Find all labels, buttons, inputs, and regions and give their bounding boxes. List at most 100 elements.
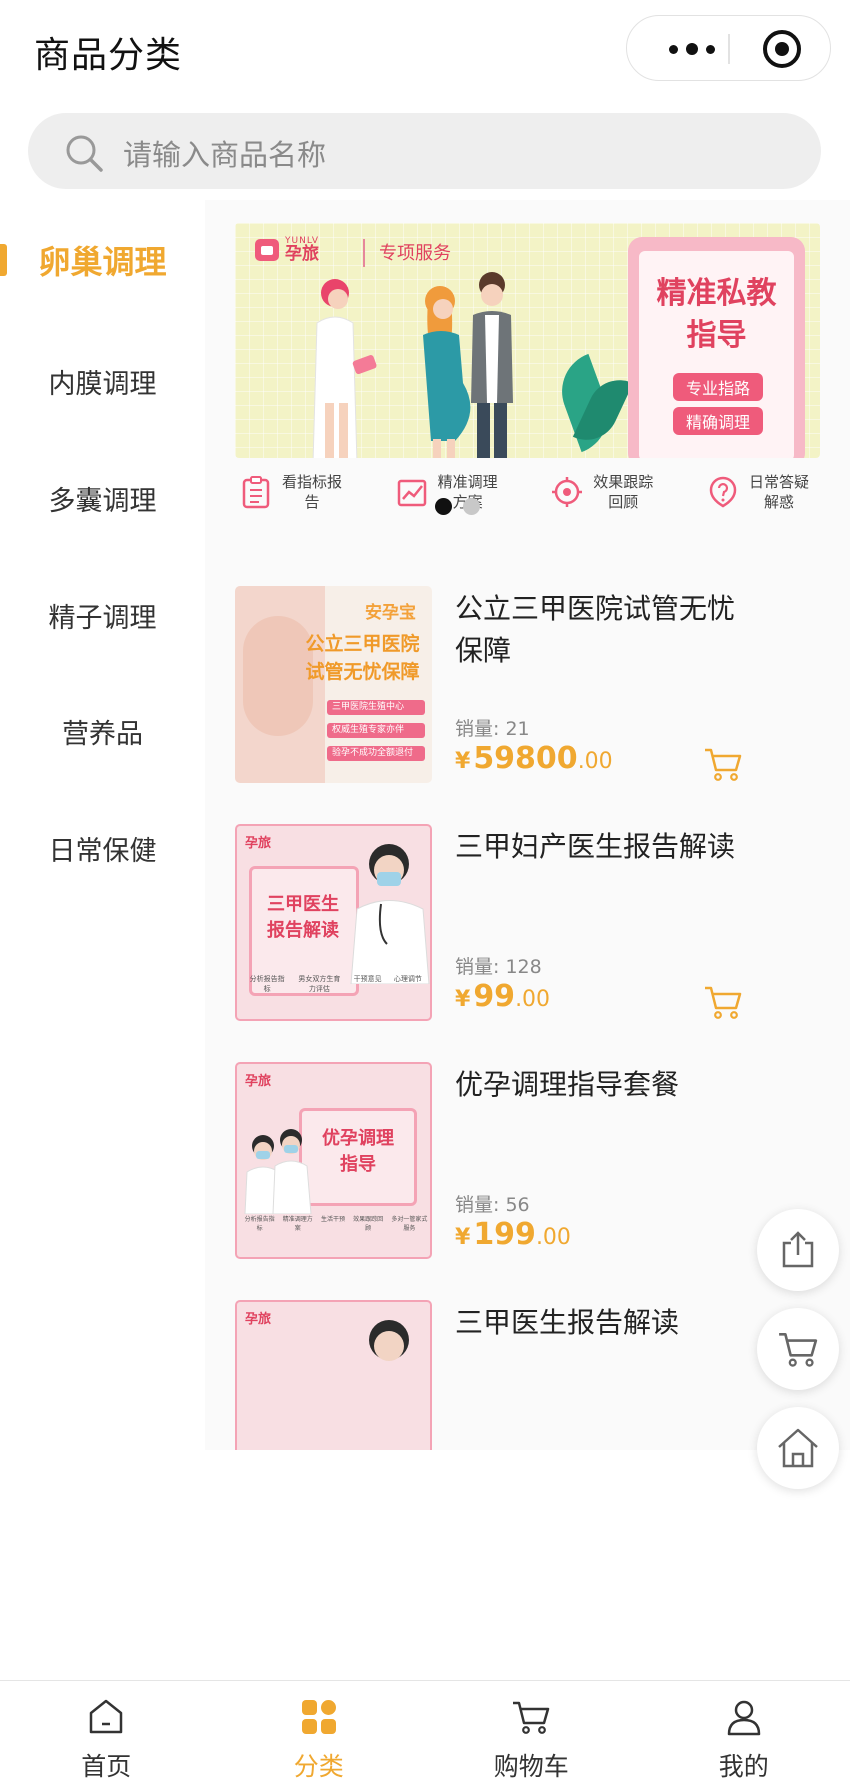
product-card[interactable]: 安孕宝 公立三甲医院 试管无忧保障 三甲医院生殖中心 权威生殖专家亦伴 验孕不成… bbox=[235, 586, 820, 786]
search-icon bbox=[66, 135, 103, 172]
brand-mark-icon bbox=[255, 239, 279, 261]
price-decimal: .00 bbox=[535, 1225, 571, 1250]
page-title: 商品分类 bbox=[34, 35, 183, 76]
product-name[interactable]: 三甲妇产医生报告解读 bbox=[455, 826, 755, 868]
thumb-brand: 孕旅 bbox=[245, 836, 272, 851]
search-input[interactable]: 请输入商品名称 bbox=[123, 132, 326, 174]
product-name[interactable]: 公立三甲医院试管无忧保障 bbox=[455, 588, 755, 672]
cart-shortcut-button[interactable] bbox=[757, 1308, 839, 1390]
carousel-dot[interactable] bbox=[463, 498, 480, 515]
product-card[interactable]: 孕旅 优孕调理 指导 分析报告指标 精准调理方案 生活干预 效果跟踪回顾 多对一… bbox=[235, 1062, 820, 1262]
tab-home[interactable]: 首页 bbox=[0, 1681, 213, 1790]
thumb-bullet: 多对一管家式服务 bbox=[391, 1216, 428, 1232]
product-card[interactable]: 孕旅 三甲医生报告解读 bbox=[235, 1300, 820, 1450]
sidebar-item-label: 营养品 bbox=[62, 718, 143, 750]
home-icon bbox=[778, 1428, 818, 1468]
product-thumbnail[interactable]: 孕旅 bbox=[235, 1300, 432, 1450]
banner-service-label: 专项服务 bbox=[379, 243, 451, 264]
product-price: ¥59800.00 bbox=[455, 741, 613, 776]
banner-headline-line1: 精准私教 bbox=[656, 276, 777, 311]
thumb-bullet: 干预意见 bbox=[353, 975, 382, 983]
banner-feature-strip: 看指标报告 精准调理方案 效果跟踪回顾 bbox=[235, 462, 820, 522]
currency-symbol: ¥ bbox=[455, 749, 471, 774]
feature-label: 日常答疑解惑 bbox=[748, 473, 809, 511]
product-price: ¥199.00 bbox=[455, 1217, 571, 1252]
feature-item: 精准调理方案 bbox=[397, 462, 503, 522]
price-integer: 199 bbox=[473, 1217, 536, 1252]
thumb-brand: 孕旅 bbox=[245, 1074, 272, 1089]
product-card[interactable]: 孕旅 三甲医生 报告解读 分析报告指标 男女双方生育力评估 干预意见 心理调节 … bbox=[235, 824, 820, 1024]
thumb-headline-line1: 公立三甲医院 bbox=[305, 633, 420, 655]
sidebar-item-label: 多囊调理 bbox=[48, 485, 157, 517]
thumb-bullet: 效果跟踪回顾 bbox=[353, 1216, 384, 1232]
product-name[interactable]: 优孕调理指导套餐 bbox=[455, 1064, 755, 1106]
price-integer: 59800 bbox=[473, 741, 578, 776]
price-integer: 99 bbox=[473, 979, 516, 1014]
more-dots-icon[interactable] bbox=[657, 16, 727, 82]
thumb-headline: 三甲医生 报告解读 bbox=[255, 892, 351, 944]
feature-item: 效果跟踪回顾 bbox=[552, 462, 658, 522]
add-to-cart-icon[interactable] bbox=[703, 984, 743, 1020]
banner-headline-line2: 指导 bbox=[686, 318, 747, 353]
thumb-bullet: 权威生殖专家亦伴 bbox=[327, 723, 425, 738]
nav-bar: 商品分类 bbox=[0, 0, 850, 100]
home-icon bbox=[90, 1699, 123, 1734]
product-name[interactable]: 三甲医生报告解读 bbox=[455, 1302, 755, 1344]
price-decimal: .00 bbox=[577, 749, 613, 774]
search-bar[interactable]: 请输入商品名称 bbox=[28, 113, 821, 189]
clipboard-icon bbox=[242, 476, 270, 509]
tab-label: 购物车 bbox=[493, 1752, 569, 1781]
target-tracking-icon bbox=[552, 477, 583, 507]
target-icon[interactable] bbox=[763, 30, 801, 68]
bottom-tab-bar: 首页 分类 购物车 我的 bbox=[0, 1680, 850, 1790]
share-button[interactable] bbox=[757, 1209, 839, 1291]
product-thumbnail[interactable]: 孕旅 三甲医生 报告解读 分析报告指标 男女双方生育力评估 干预意见 心理调节 bbox=[235, 824, 432, 1021]
banner-tag: 专业指路 bbox=[673, 373, 763, 401]
capsule-divider bbox=[728, 34, 730, 64]
tab-label: 分类 bbox=[293, 1752, 344, 1781]
currency-symbol: ¥ bbox=[455, 1225, 471, 1250]
category-sidebar: 卵巢调理 内膜调理 多囊调理 精子调理 营养品 日常保健 bbox=[0, 200, 205, 1680]
tab-label: 我的 bbox=[718, 1752, 769, 1781]
product-thumbnail[interactable]: 安孕宝 公立三甲医院 试管无忧保障 三甲医院生殖中心 权威生殖专家亦伴 验孕不成… bbox=[235, 586, 432, 783]
carousel-dot-active[interactable] bbox=[435, 498, 452, 515]
trend-chart-icon bbox=[397, 479, 426, 507]
thumb-bullet: 分析报告指标 bbox=[244, 1216, 275, 1232]
product-thumbnail[interactable]: 孕旅 优孕调理 指导 分析报告指标 精准调理方案 生活干预 效果跟踪回顾 多对一… bbox=[235, 1062, 432, 1259]
promo-banner[interactable]: YUNLV 孕旅 专项服务 精准私教 指导 专业指路 精确调理 bbox=[235, 223, 820, 458]
sidebar-item-sperm[interactable]: 精子调理 bbox=[0, 585, 205, 645]
feature-label: 效果跟踪回顾 bbox=[593, 473, 654, 511]
tab-cart[interactable]: 购物车 bbox=[425, 1681, 638, 1790]
thumb-bullet: 生活干预 bbox=[320, 1216, 345, 1223]
sidebar-item-pcos[interactable]: 多囊调理 bbox=[0, 468, 205, 528]
sidebar-item-endometrium[interactable]: 内膜调理 bbox=[0, 351, 205, 411]
phone-graphic: 精准私教 指导 专业指路 精确调理 bbox=[628, 237, 805, 458]
tab-mine[interactable]: 我的 bbox=[638, 1681, 850, 1790]
sales-count: 销量: 128 bbox=[455, 956, 542, 978]
sidebar-item-label: 内膜调理 bbox=[48, 368, 157, 400]
thumb-bullet: 男女双方生育力评估 bbox=[298, 975, 341, 993]
banner-tag: 精确调理 bbox=[673, 407, 763, 435]
currency-symbol: ¥ bbox=[455, 987, 471, 1012]
thumb-brand: 安孕宝 bbox=[365, 603, 416, 623]
thumb-brand: 孕旅 bbox=[245, 1312, 272, 1327]
sidebar-item-label: 日常保健 bbox=[48, 835, 157, 867]
sidebar-item-nutrition[interactable]: 营养品 bbox=[0, 701, 205, 761]
share-icon bbox=[782, 1231, 814, 1268]
thumb-bullet: 三甲医院生殖中心 bbox=[327, 700, 425, 715]
sidebar-item-label: 精子调理 bbox=[48, 602, 157, 634]
tab-category[interactable]: 分类 bbox=[213, 1681, 426, 1790]
brand-logo: YUNLV 孕旅 bbox=[255, 237, 319, 263]
thumb-headline-line2: 报告解读 bbox=[267, 920, 339, 941]
feature-label: 看指标报告 bbox=[281, 473, 342, 511]
product-price: ¥99.00 bbox=[455, 979, 550, 1014]
brand-name: 孕旅 bbox=[285, 244, 319, 264]
home-shortcut-button[interactable] bbox=[757, 1407, 839, 1489]
sidebar-item-label: 卵巢调理 bbox=[38, 243, 167, 281]
feature-item: 看指标报告 bbox=[241, 462, 347, 522]
add-to-cart-icon[interactable] bbox=[703, 746, 743, 782]
category-icon bbox=[301, 1700, 336, 1734]
sidebar-item-ovary[interactable]: 卵巢调理 bbox=[0, 230, 205, 290]
sidebar-item-daily-care[interactable]: 日常保健 bbox=[0, 818, 205, 878]
active-indicator bbox=[0, 244, 7, 276]
